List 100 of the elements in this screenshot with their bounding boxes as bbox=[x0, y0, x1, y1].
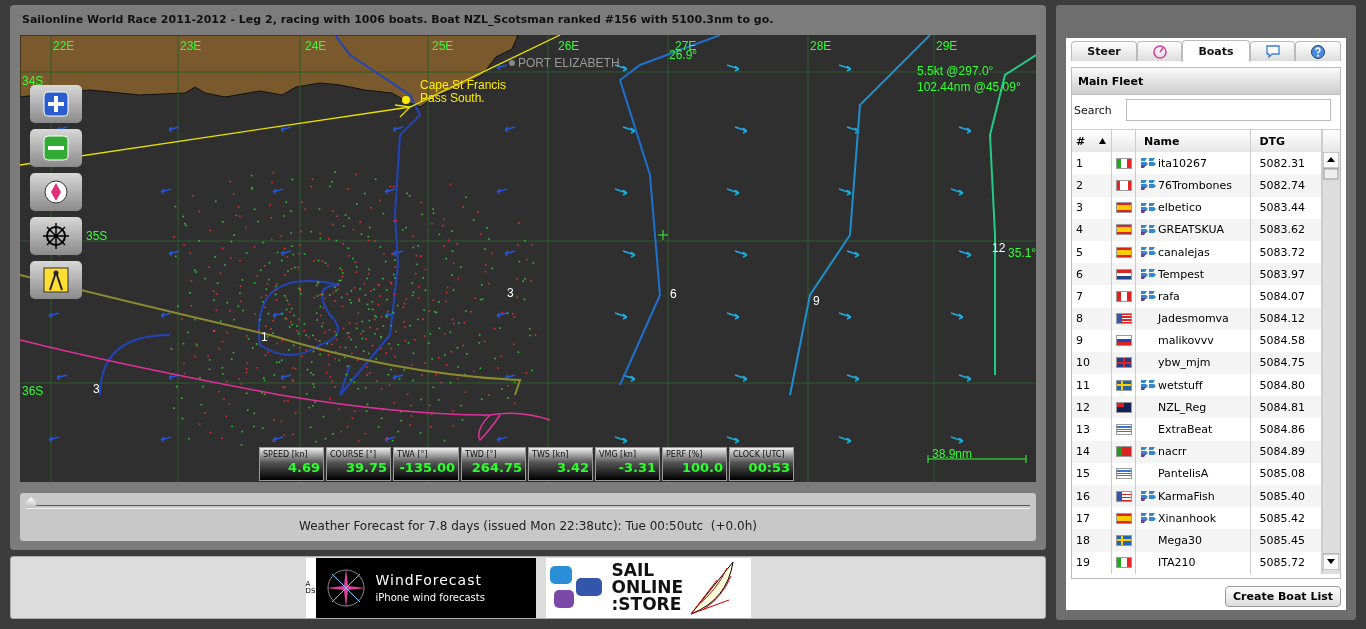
ad-subtitle: iPhone wind forecasts bbox=[375, 592, 485, 603]
drawing-compass-icon bbox=[42, 266, 70, 294]
wind-arrow-icon bbox=[272, 436, 284, 443]
chat-icon bbox=[1264, 43, 1281, 60]
help-tab[interactable] bbox=[1295, 41, 1341, 61]
fleet-icon bbox=[1139, 246, 1156, 259]
tab[interactable]: Boats bbox=[1182, 40, 1250, 62]
fleet-icon bbox=[1139, 201, 1156, 214]
tab[interactable]: Steer bbox=[1071, 41, 1137, 61]
table-row[interactable]: 6 Tempest 5083.97 bbox=[1072, 263, 1322, 286]
longitude-label: 24E bbox=[305, 39, 327, 53]
longitude-label: 25E bbox=[432, 39, 454, 53]
instrument-label: TWD [°] bbox=[465, 450, 498, 459]
column-header[interactable]: # bbox=[1076, 134, 1086, 148]
fleet-icon bbox=[1139, 512, 1156, 525]
instrument-value: -3.31 bbox=[617, 460, 656, 475]
rank-cell: 2 bbox=[1072, 174, 1112, 197]
wind-arrow-icon bbox=[384, 188, 396, 195]
table-row[interactable]: 13 ExtraBeat 5084.86 bbox=[1072, 418, 1322, 441]
dtg-cell: 5084.58 bbox=[1250, 329, 1322, 352]
time-slider[interactable] bbox=[26, 497, 1030, 509]
boat-name: nacrr bbox=[1157, 445, 1187, 459]
boat-name: ita10267 bbox=[1157, 156, 1208, 170]
rank-cell: 6 bbox=[1072, 263, 1112, 286]
boat-name: elbetico bbox=[1157, 201, 1202, 215]
center-boat-button[interactable] bbox=[30, 173, 82, 211]
table-row[interactable]: 2 76Trombones 5082.74 bbox=[1072, 174, 1322, 197]
table-row[interactable]: 18 Mega30 5085.45 bbox=[1072, 529, 1322, 552]
wind-arrow-icon bbox=[280, 374, 292, 381]
table-row[interactable]: 12 NZL_Reg 5084.81 bbox=[1072, 396, 1322, 419]
wind-arrow-icon bbox=[48, 436, 60, 443]
instrument-value: -135.00 bbox=[398, 460, 455, 475]
rank-cell: 14 bbox=[1072, 440, 1112, 463]
wind-arrow-icon bbox=[504, 126, 516, 133]
boat-name: rafa bbox=[1157, 289, 1180, 303]
boat-name: Xinanhook bbox=[1157, 511, 1217, 525]
map-readout: 5.5kt @297.0° bbox=[917, 64, 994, 78]
zoom-in-button[interactable] bbox=[30, 85, 82, 123]
instrument-value: 264.75 bbox=[470, 460, 522, 475]
column-header[interactable]: Name bbox=[1135, 130, 1251, 153]
search-field[interactable] bbox=[1125, 99, 1331, 121]
table-row[interactable]: 19 ITA210 5085.72 bbox=[1072, 551, 1322, 574]
table-row[interactable]: 8 Jadesmomva 5084.12 bbox=[1072, 307, 1322, 330]
column-header[interactable]: DTG bbox=[1250, 130, 1322, 153]
dtg-cell: 5084.89 bbox=[1250, 440, 1322, 463]
table-row[interactable]: 7 rafa 5084.07 bbox=[1072, 285, 1322, 308]
create-boat-list-button[interactable]: Create Boat List bbox=[1225, 586, 1341, 607]
wind-arrow-icon bbox=[734, 374, 748, 382]
store-logo-text: :STORE bbox=[611, 596, 683, 613]
wind-arrow-icon bbox=[726, 312, 740, 320]
table-row[interactable]: 16 KarmaFish 5085.40 bbox=[1072, 485, 1322, 508]
wind-arrow-icon bbox=[160, 436, 172, 443]
slider-thumb[interactable] bbox=[26, 497, 36, 508]
wind-arrow-icon bbox=[622, 374, 636, 382]
wind-arrow-icon bbox=[496, 188, 508, 195]
fleet-icon bbox=[1139, 490, 1156, 503]
steering-wheel-button[interactable] bbox=[30, 217, 82, 255]
boat-name: Mega30 bbox=[1157, 533, 1202, 547]
boat-name: Tempest bbox=[1157, 267, 1205, 281]
dtg-cell: 5082.74 bbox=[1250, 174, 1322, 197]
dtg-cell: 5085.72 bbox=[1250, 551, 1322, 574]
timer-tab[interactable] bbox=[1137, 41, 1182, 61]
help-icon bbox=[1310, 43, 1326, 60]
minus-icon bbox=[42, 134, 70, 162]
rank-cell: 10 bbox=[1072, 351, 1112, 375]
latitude-label: 36S bbox=[22, 384, 44, 398]
dtg-cell: 5083.62 bbox=[1250, 218, 1322, 241]
isoline-label: 1 bbox=[261, 330, 268, 344]
header-filler bbox=[1323, 130, 1340, 152]
compass-tool-button[interactable] bbox=[30, 261, 82, 299]
table-row[interactable]: 9 malikovvv 5084.58 bbox=[1072, 329, 1322, 352]
store-banner[interactable]: SAIL ONLINE :STORE bbox=[545, 557, 751, 618]
rank-cell: 4 bbox=[1072, 218, 1112, 241]
sort-up-icon[interactable] bbox=[1099, 138, 1107, 145]
instrument-label: SPEED [kn] bbox=[263, 450, 309, 459]
boat-name: 76Trombones bbox=[1157, 178, 1232, 192]
wind-arrow-icon bbox=[48, 312, 60, 319]
wind-arrow-icon bbox=[280, 250, 292, 257]
table-row[interactable]: 14 nacrr 5084.89 bbox=[1072, 440, 1322, 463]
wind-arrow-icon bbox=[272, 188, 284, 195]
table-row[interactable]: 4 GREATSKUA 5083.62 bbox=[1072, 218, 1322, 241]
table-row[interactable]: 3 elbetico 5083.44 bbox=[1072, 196, 1322, 219]
rank-cell: 12 bbox=[1072, 396, 1112, 419]
isoline-label: 3 bbox=[93, 382, 100, 396]
zoom-out-button[interactable] bbox=[30, 129, 82, 167]
rank-cell: 9 bbox=[1072, 329, 1112, 352]
rank-cell: 19 bbox=[1072, 551, 1112, 574]
boat-name: KarmaFish bbox=[1157, 489, 1215, 503]
chat-tab[interactable] bbox=[1250, 41, 1295, 61]
instrument-value: 3.42 bbox=[555, 460, 589, 475]
boat-name: wetstuff bbox=[1157, 378, 1203, 392]
table-row[interactable]: 10 ybw_mjm 5084.75 bbox=[1072, 351, 1322, 375]
wind-arrow-icon bbox=[504, 250, 516, 257]
map-view[interactable] bbox=[20, 35, 1036, 482]
fleet-icon bbox=[1139, 223, 1156, 236]
wind-arrow-icon bbox=[496, 312, 508, 319]
wind-arrow-icon bbox=[734, 250, 748, 258]
scrollbar[interactable] bbox=[1323, 152, 1340, 574]
wind-arrow-icon bbox=[838, 436, 852, 444]
boat-name: ybw_mjm bbox=[1157, 356, 1211, 370]
